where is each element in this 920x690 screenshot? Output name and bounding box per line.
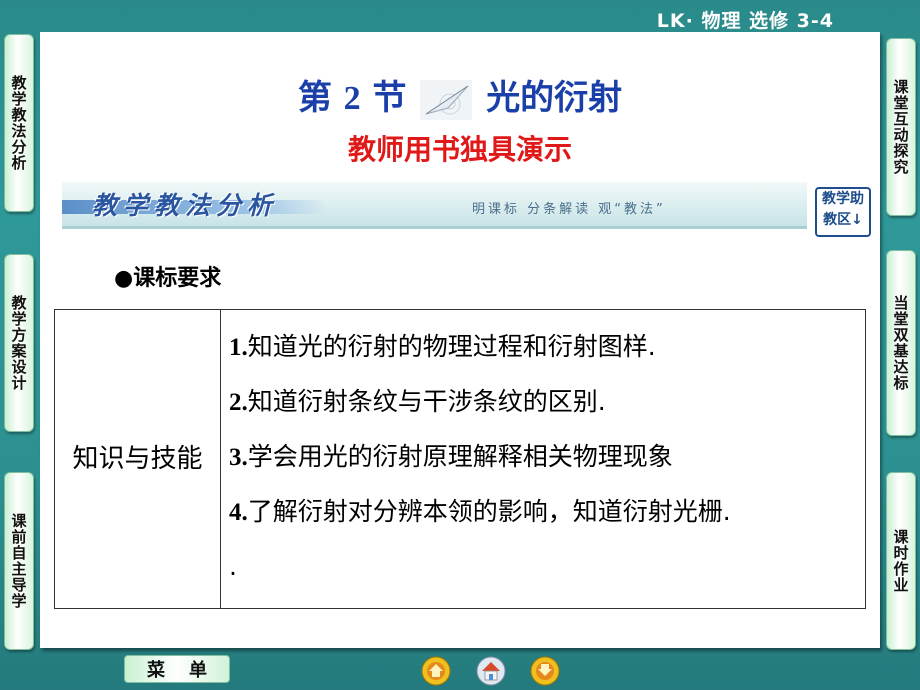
section-banner: 教学教法分析 明课标 分条解读 观“教法” [62, 182, 807, 229]
next-icon[interactable] [530, 656, 560, 686]
prev-icon[interactable] [421, 656, 451, 686]
title-text: 光的衍射 [486, 78, 623, 118]
banner-title: 教学教法分析 [92, 191, 279, 220]
home-icon[interactable] [476, 656, 506, 686]
slide-panel: 第 2 节 光的衍射 教师用书独具演示 教学教法分析 明课标 分条解读 观“教法… [40, 32, 880, 648]
list-item: 3.学会用光的衍射原理解释相关物理现象 [229, 442, 673, 471]
nav-class-interaction-button[interactable]: 课堂互动探究 [886, 38, 916, 216]
requirements-category: 知识与技能 [55, 310, 221, 608]
list-item: . [229, 552, 237, 581]
teaching-help-button[interactable]: 教学助教区↓ [815, 187, 871, 237]
page-subtitle: 教师用书独具演示 [347, 133, 572, 166]
menu-button[interactable]: 菜 单 [124, 655, 230, 683]
title-number: 2 [343, 80, 361, 117]
title-prefix: 第 [297, 78, 344, 118]
requirements-heading: ●课标要求 [114, 266, 222, 291]
nav-preview-study-button[interactable]: 课前自主导学 [4, 472, 34, 650]
header-course: LK· 物理 选修 3-4 [656, 10, 834, 32]
list-item: 4.了解衍射对分辨本领的影响，知道衍射光栅. [229, 497, 731, 526]
nav-teaching-analysis-button[interactable]: 教学教法分析 [4, 34, 34, 212]
requirements-list: 1.知道光的衍射的物理过程和衍射图样. 2.知道衍射条纹与干涉条纹的区别. 3.… [221, 310, 865, 608]
nav-homework-button[interactable]: 课时作业 [886, 472, 916, 650]
page-title: 第 2 节 光的衍射 [40, 70, 880, 120]
nav-teaching-plan-button[interactable]: 教学方案设计 [4, 254, 34, 432]
banner-subtitle: 明课标 分条解读 观“教法” [472, 202, 666, 217]
requirements-table: 知识与技能 1.知道光的衍射的物理过程和衍射图样. 2.知道衍射条纹与干涉条纹的… [54, 309, 866, 609]
list-item: 2.知道衍射条纹与干涉条纹的区别. [229, 387, 606, 416]
nav-basic-check-button[interactable]: 当堂双基达标 [886, 250, 916, 436]
title-suffix: 节 [360, 78, 407, 118]
list-item: 1.知道光的衍射的物理过程和衍射图样. [229, 332, 656, 361]
paper-plane-icon [420, 80, 473, 120]
